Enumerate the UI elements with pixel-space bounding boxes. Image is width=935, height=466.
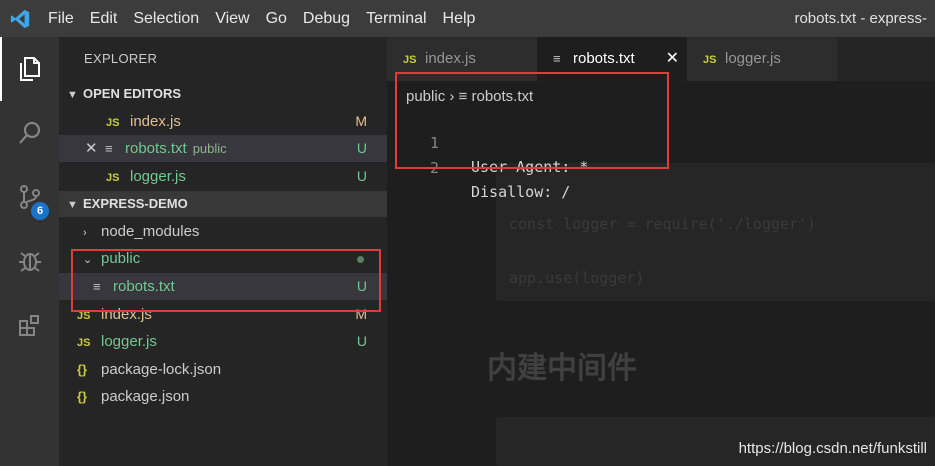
git-status: U bbox=[356, 140, 367, 156]
file-name: package.json bbox=[101, 388, 190, 405]
chevron-down-icon: ▼ bbox=[67, 89, 78, 101]
background-code-line: const logger = require('./logger') bbox=[509, 215, 817, 233]
close-icon[interactable]: ✕ bbox=[85, 135, 105, 162]
menu-file[interactable]: File bbox=[40, 0, 82, 37]
background-heading: 内建中间件 bbox=[487, 351, 637, 386]
open-editor-item-logger[interactable]: JS logger.js U bbox=[59, 163, 387, 190]
git-status: U bbox=[356, 168, 367, 184]
menu-go[interactable]: Go bbox=[258, 0, 295, 37]
menu-view[interactable]: View bbox=[207, 0, 257, 37]
tab-logger-js[interactable]: JS logger.js bbox=[687, 37, 837, 81]
file-name: robots.txt bbox=[125, 140, 187, 157]
explorer-button[interactable] bbox=[0, 37, 59, 101]
activity-bar: 6 bbox=[0, 37, 59, 466]
project-header[interactable]: ▼ EXPRESS-DEMO bbox=[59, 191, 387, 217]
highlight-box-editor bbox=[395, 72, 669, 169]
extensions-button[interactable] bbox=[0, 293, 59, 357]
debug-icon bbox=[18, 252, 41, 272]
highlight-box-tree bbox=[71, 249, 381, 312]
open-editor-item-index[interactable]: JS index.js M bbox=[59, 108, 387, 135]
menu-bar: File Edit Selection View Go Debug Termin… bbox=[40, 0, 483, 37]
json-file-icon: {} bbox=[77, 389, 88, 404]
code-text: Disallow: / bbox=[471, 183, 571, 201]
extensions-icon bbox=[18, 315, 39, 336]
open-editor-item-robots[interactable]: ✕ ≡ robots.txt public U bbox=[59, 135, 387, 162]
tree-file-logger[interactable]: JS logger.js U bbox=[59, 328, 387, 355]
window-title: robots.txt - express- bbox=[794, 10, 927, 27]
menu-help[interactable]: Help bbox=[435, 0, 484, 37]
menu-debug[interactable]: Debug bbox=[295, 0, 358, 37]
menu-selection[interactable]: Selection bbox=[125, 0, 207, 37]
background-code-line: app.use(logger) bbox=[509, 269, 645, 287]
search-icon bbox=[18, 121, 40, 144]
js-file-icon: JS bbox=[106, 172, 120, 184]
chevron-down-icon: ▼ bbox=[67, 199, 78, 211]
files-icon bbox=[19, 57, 40, 81]
menu-terminal[interactable]: Terminal bbox=[358, 0, 434, 37]
scm-count-badge: 6 bbox=[31, 202, 49, 220]
js-file-icon: JS bbox=[106, 117, 120, 129]
text-file-icon: ≡ bbox=[105, 141, 113, 156]
file-name: index.js bbox=[130, 113, 181, 130]
file-name: package-lock.json bbox=[101, 361, 222, 378]
watermark: https://blog.csdn.net/funkstill bbox=[738, 440, 927, 457]
js-file-icon: JS bbox=[77, 337, 91, 349]
debug-button[interactable] bbox=[0, 229, 59, 293]
search-button[interactable] bbox=[0, 101, 59, 165]
vscode-logo-icon bbox=[0, 0, 40, 37]
title-bar: File Edit Selection View Go Debug Termin… bbox=[0, 0, 935, 37]
git-status: M bbox=[355, 113, 367, 129]
tree-file-package-lock[interactable]: {} package-lock.json bbox=[59, 356, 387, 383]
tree-file-package[interactable]: {} package.json bbox=[59, 383, 387, 410]
json-file-icon: {} bbox=[77, 362, 88, 377]
tree-folder-node-modules[interactable]: › node_modules bbox=[59, 218, 387, 245]
menu-edit[interactable]: Edit bbox=[82, 0, 126, 37]
explorer-title: EXPLORER bbox=[84, 51, 158, 66]
js-file-icon: JS bbox=[703, 54, 717, 66]
open-editors-header[interactable]: ▼ OPEN EDITORS bbox=[59, 81, 387, 107]
git-status: U bbox=[356, 333, 367, 349]
source-control-button[interactable]: 6 bbox=[0, 165, 59, 229]
chevron-right-icon: › bbox=[83, 227, 87, 239]
file-name: logger.js bbox=[101, 333, 157, 350]
file-folder-hint: public bbox=[192, 141, 227, 156]
file-name: logger.js bbox=[130, 168, 186, 185]
folder-name: node_modules bbox=[101, 223, 200, 240]
